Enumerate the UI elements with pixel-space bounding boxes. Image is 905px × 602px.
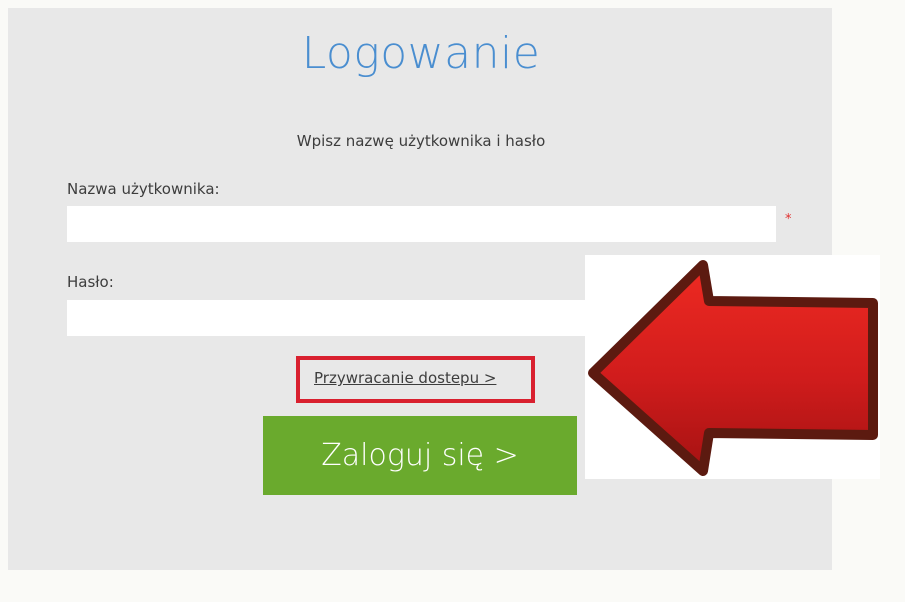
recover-access-link[interactable]: Przywracanie dostepu > bbox=[314, 369, 496, 387]
login-button[interactable]: Zaloguj się > bbox=[263, 416, 577, 495]
username-label: Nazwa użytkownika: bbox=[67, 180, 220, 198]
annotation-overlay bbox=[585, 255, 880, 479]
password-input[interactable] bbox=[67, 300, 667, 336]
red-arrow-left-icon bbox=[588, 260, 878, 476]
login-instructions: Wpisz nazwę użytkownika i hasło bbox=[296, 132, 546, 150]
required-marker: * bbox=[785, 212, 792, 227]
page-title: Logowanie bbox=[301, 28, 541, 79]
username-input[interactable] bbox=[67, 206, 776, 242]
password-label: Hasło: bbox=[67, 273, 114, 291]
